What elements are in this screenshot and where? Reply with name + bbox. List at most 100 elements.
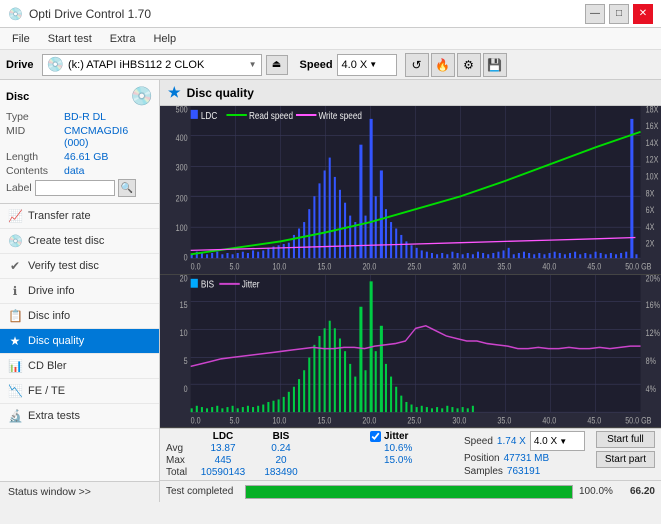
sidebar-item-extra-tests[interactable]: 🔬 Extra tests bbox=[0, 404, 159, 429]
menu-extra[interactable]: Extra bbox=[102, 31, 144, 47]
progress-bar-outer bbox=[245, 485, 573, 499]
drive-label: Drive bbox=[6, 59, 34, 71]
contents-value: data bbox=[64, 165, 84, 177]
svg-text:0: 0 bbox=[184, 384, 188, 394]
svg-text:16X: 16X bbox=[646, 121, 659, 131]
menu-file[interactable]: File bbox=[4, 31, 38, 47]
sidebar-item-create-test-disc[interactable]: 💿 Create test disc bbox=[0, 229, 159, 254]
mid-label: MID bbox=[6, 125, 64, 149]
type-label: Type bbox=[6, 111, 64, 123]
sidebar-item-disc-info[interactable]: 📋 Disc info bbox=[0, 304, 159, 329]
status-window[interactable]: Status window >> bbox=[0, 481, 159, 502]
samples-value: 763191 bbox=[507, 466, 540, 477]
disc-info-panel: Disc 💿 Type BD-R DL MID CMCMAGDI6 (000) … bbox=[0, 80, 159, 204]
cd-bler-icon: 📊 bbox=[8, 359, 22, 373]
label-search-button[interactable]: 🔍 bbox=[118, 179, 136, 197]
disc-quality-title: Disc quality bbox=[187, 86, 254, 100]
stats-full-row: LDC BIS Avg 13.87 0.24 Max 445 20 Tota bbox=[166, 431, 655, 478]
sidebar-item-drive-info[interactable]: ℹ Drive info bbox=[0, 279, 159, 304]
disc-mid-field: MID CMCMAGDI6 (000) bbox=[6, 125, 153, 149]
start-part-button[interactable]: Start part bbox=[596, 451, 655, 468]
svg-text:14X: 14X bbox=[646, 138, 659, 148]
nav-label-extra-tests: Extra tests bbox=[28, 410, 80, 422]
disc-quality-icon: ★ bbox=[8, 334, 22, 348]
sidebar-item-cd-bler[interactable]: 📊 CD Bler bbox=[0, 354, 159, 379]
jitter-checkbox[interactable] bbox=[370, 431, 381, 442]
svg-text:6X: 6X bbox=[646, 205, 655, 215]
close-button[interactable]: ✕ bbox=[633, 4, 653, 24]
svg-text:300: 300 bbox=[176, 163, 188, 173]
sidebar-item-transfer-rate[interactable]: 📈 Transfer rate bbox=[0, 204, 159, 229]
ldc-max-value: 445 bbox=[194, 455, 252, 466]
save-icon[interactable]: 💾 bbox=[483, 53, 507, 77]
drive-info-icon: ℹ bbox=[8, 284, 22, 298]
svg-text:12%: 12% bbox=[646, 328, 660, 338]
status-completed-text: Test completed bbox=[166, 486, 233, 497]
svg-text:10.0: 10.0 bbox=[272, 415, 286, 425]
svg-text:50.0 GB: 50.0 GB bbox=[625, 415, 651, 425]
contents-label: Contents bbox=[6, 165, 64, 177]
svg-text:4%: 4% bbox=[646, 384, 656, 394]
svg-text:0.0: 0.0 bbox=[191, 262, 201, 272]
titlebar: 💿 Opti Drive Control 1.70 — □ ✕ bbox=[0, 0, 661, 28]
progress-bar-inner bbox=[246, 486, 572, 498]
svg-text:Jitter: Jitter bbox=[242, 279, 260, 290]
score-text: 66.20 bbox=[620, 486, 655, 497]
jitter-avg-value: 10.6% bbox=[370, 443, 460, 454]
sidebar-item-verify-test-disc[interactable]: ✔ Verify test disc bbox=[0, 254, 159, 279]
label-input[interactable] bbox=[35, 180, 115, 196]
app-title: Opti Drive Control 1.70 bbox=[29, 7, 151, 21]
sidebar-item-fe-te[interactable]: 📉 FE / TE bbox=[0, 379, 159, 404]
speed-stat-label: Speed bbox=[464, 436, 493, 447]
svg-text:2X: 2X bbox=[646, 239, 655, 249]
progress-bar-wrapper: Test completed 100.0% 66.20 bbox=[160, 480, 661, 502]
menu-help[interactable]: Help bbox=[145, 31, 184, 47]
position-value: 47731 MB bbox=[504, 453, 550, 464]
bis-max-value: 20 bbox=[252, 455, 310, 466]
total-row-label: Total bbox=[166, 467, 194, 478]
drivebar: Drive 💿 (k:) ATAPI iHBS112 2 CLOK ▼ ⏏ Sp… bbox=[0, 50, 661, 80]
disc-quality-header: ★ Disc quality bbox=[160, 80, 661, 106]
sidebar-item-disc-quality[interactable]: ★ Disc quality bbox=[0, 329, 159, 354]
type-value: BD-R DL bbox=[64, 111, 106, 123]
burn-icon[interactable]: 🔥 bbox=[431, 53, 455, 77]
svg-text:8%: 8% bbox=[646, 356, 656, 366]
disc-info-header: Disc 💿 bbox=[6, 86, 153, 107]
bis-col-header: BIS bbox=[252, 431, 310, 442]
titlebar-controls: — □ ✕ bbox=[585, 4, 653, 24]
menubar: File Start test Extra Help bbox=[0, 28, 661, 50]
start-full-button[interactable]: Start full bbox=[596, 431, 655, 448]
speed-stat-value: 1.74 X bbox=[497, 436, 526, 447]
speed-select-drive[interactable]: 4.0 X ▼ bbox=[337, 54, 397, 76]
svg-text:20: 20 bbox=[180, 275, 188, 284]
svg-text:15.0: 15.0 bbox=[317, 262, 331, 272]
svg-text:15: 15 bbox=[180, 300, 188, 310]
svg-text:30.0: 30.0 bbox=[452, 415, 466, 425]
svg-text:16%: 16% bbox=[646, 300, 660, 310]
svg-text:8X: 8X bbox=[646, 189, 655, 199]
bis-avg-value: 0.24 bbox=[252, 443, 310, 454]
maximize-button[interactable]: □ bbox=[609, 4, 629, 24]
svg-text:0: 0 bbox=[184, 253, 188, 263]
refresh-icon[interactable]: ↺ bbox=[405, 53, 429, 77]
speed-label: Speed bbox=[300, 59, 333, 71]
drive-select[interactable]: 💿 (k:) ATAPI iHBS112 2 CLOK ▼ bbox=[42, 54, 262, 76]
svg-text:Read speed: Read speed bbox=[249, 110, 293, 121]
settings-icon[interactable]: ⚙ bbox=[457, 53, 481, 77]
minimize-button[interactable]: — bbox=[585, 4, 605, 24]
eject-button[interactable]: ⏏ bbox=[266, 55, 288, 75]
svg-text:5: 5 bbox=[184, 356, 188, 366]
label-field-label: Label bbox=[6, 182, 32, 194]
nav-label-cd-bler: CD Bler bbox=[28, 360, 67, 372]
bottom-section: LDC BIS Avg 13.87 0.24 Max 445 20 Tota bbox=[160, 428, 661, 480]
svg-text:500: 500 bbox=[176, 106, 188, 115]
charts-area: 500 400 300 200 100 0 18X 16X 14X 12X 10… bbox=[160, 106, 661, 428]
svg-text:20.0: 20.0 bbox=[362, 415, 376, 425]
speed-dropdown[interactable]: 4.0 X ▼ bbox=[530, 431, 585, 451]
svg-text:20%: 20% bbox=[646, 275, 660, 284]
menu-start-test[interactable]: Start test bbox=[40, 31, 100, 47]
label-row: Label 🔍 bbox=[6, 179, 153, 197]
top-chart: 500 400 300 200 100 0 18X 16X 14X 12X 10… bbox=[160, 106, 661, 275]
speed-dropdown-value: 4.0 X bbox=[534, 436, 557, 447]
bottom-chart-svg: 20 15 10 5 0 20% 16% 12% 8% 4% 0.0 5.0 1… bbox=[160, 275, 661, 427]
